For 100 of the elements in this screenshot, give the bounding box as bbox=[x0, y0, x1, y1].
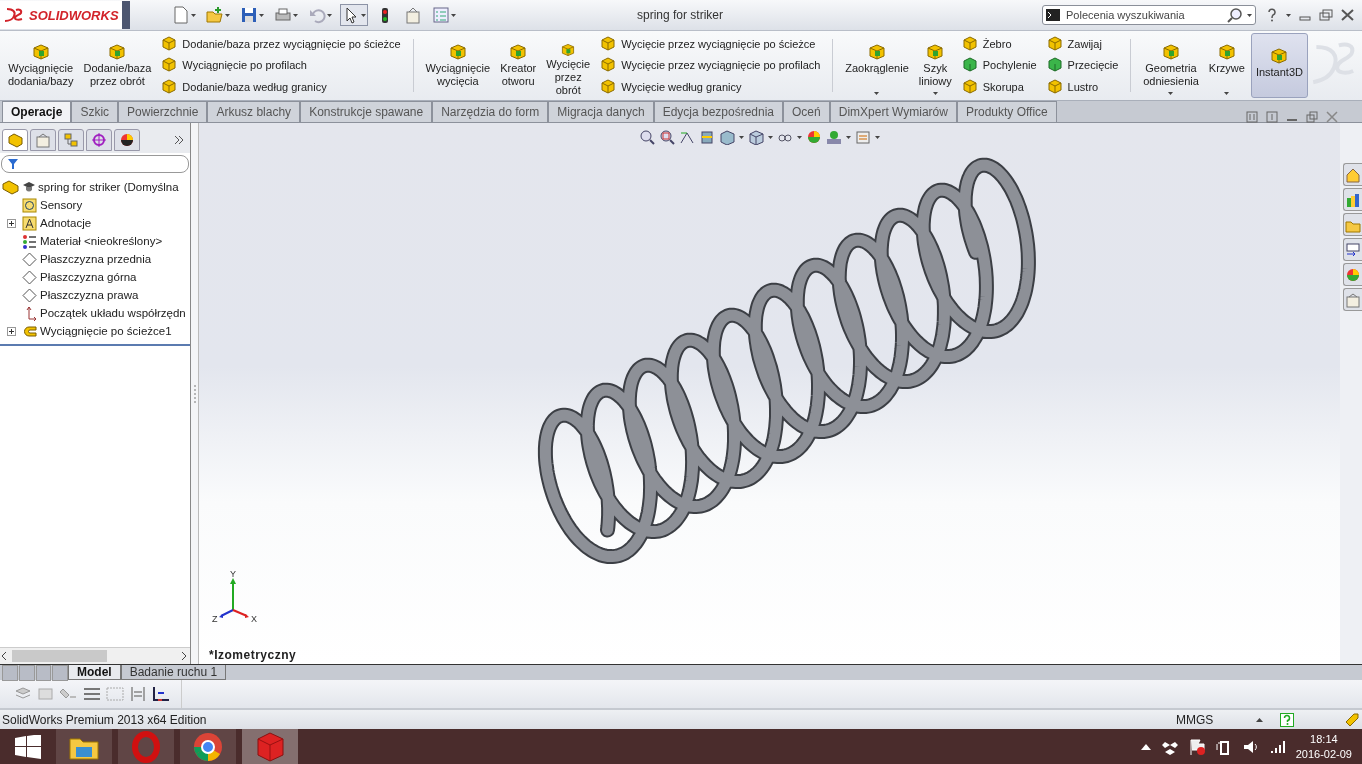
restore-icon[interactable] bbox=[1306, 111, 1318, 123]
clock-date[interactable]: 2016-02-09 bbox=[1295, 747, 1352, 762]
caret-up-icon[interactable] bbox=[1256, 716, 1264, 723]
ribbon-button[interactable]: Instant3D bbox=[1250, 33, 1308, 98]
checklist-icon[interactable] bbox=[432, 6, 450, 24]
horizontal-scrollbar[interactable] bbox=[0, 647, 190, 664]
ribbon-tab[interactable]: Powierzchnie bbox=[118, 101, 208, 122]
task-pane-tab[interactable] bbox=[1343, 288, 1362, 311]
feature-block-icon[interactable] bbox=[961, 57, 978, 74]
task-pane-tab[interactable] bbox=[1343, 263, 1362, 286]
lines-icon[interactable] bbox=[83, 685, 101, 703]
feature-block-icon[interactable] bbox=[600, 57, 617, 74]
ribbon-tab[interactable]: Edycja bezpośrednia bbox=[653, 101, 784, 122]
task-pane-tab[interactable] bbox=[1343, 213, 1362, 236]
ribbon-command[interactable]: Wycięcie według granicy bbox=[621, 81, 742, 94]
ribbon-button[interactable]: Wycięcie przez obrót bbox=[542, 33, 595, 98]
task-pane-tab[interactable] bbox=[1343, 238, 1362, 261]
options-icon[interactable] bbox=[404, 6, 422, 24]
undo-icon[interactable] bbox=[308, 6, 326, 24]
flag-error-icon[interactable] bbox=[1187, 738, 1206, 756]
tree-item[interactable]: Wyciągnięcie po ścieżce1 bbox=[40, 325, 172, 337]
printer-icon[interactable] bbox=[274, 6, 292, 24]
task-pane-tab[interactable] bbox=[1343, 188, 1362, 211]
feature-block-icon[interactable] bbox=[1046, 57, 1063, 74]
tree-item[interactable]: Materiał <nieokreślony> bbox=[40, 235, 163, 247]
document-tab[interactable]: Model bbox=[68, 665, 121, 680]
task-pane-tab[interactable] bbox=[1343, 163, 1362, 186]
panel-tab[interactable] bbox=[114, 129, 140, 151]
ribbon-tab[interactable]: Narzędzia do form bbox=[432, 101, 549, 122]
filter-field[interactable] bbox=[1, 155, 189, 173]
ribbon-tab[interactable]: Produkty Office bbox=[956, 101, 1057, 122]
display-style-icon[interactable] bbox=[748, 129, 764, 145]
ribbon-command[interactable]: Wyciągnięcie po profilach bbox=[182, 59, 307, 72]
tree-item[interactable]: Początek układu współrzędn bbox=[40, 307, 186, 319]
expand-toggle-icon[interactable] bbox=[7, 219, 16, 228]
help-icon[interactable] bbox=[1266, 8, 1278, 22]
taskbar-app[interactable] bbox=[56, 729, 112, 764]
ribbon-button[interactable]: Kreator otworu bbox=[496, 33, 541, 98]
tree-item[interactable]: spring for striker (Domyślna bbox=[38, 181, 179, 193]
feature-block-icon[interactable] bbox=[600, 35, 617, 52]
units-indicator[interactable]: MMGS bbox=[1176, 712, 1256, 727]
help-icon[interactable] bbox=[1280, 712, 1294, 727]
view-settings-icon[interactable] bbox=[855, 129, 871, 145]
zoom-area-icon[interactable] bbox=[659, 129, 675, 145]
ribbon-command[interactable]: Wycięcie przez wyciągnięcie po profilach bbox=[621, 59, 821, 72]
ribbon-tab[interactable]: DimXpert Wymiarów bbox=[829, 101, 957, 122]
feature-block-icon[interactable] bbox=[161, 35, 178, 52]
previous-view-icon[interactable] bbox=[679, 129, 695, 145]
tree-item[interactable]: Płaszczyzna prawa bbox=[40, 289, 139, 301]
tree-item[interactable]: Sensory bbox=[40, 199, 83, 211]
ribbon-command[interactable]: Dodanie/baza według granicy bbox=[182, 81, 327, 94]
ribbon-command[interactable]: Wycięcie przez wyciągnięcie po ścieżce bbox=[621, 37, 816, 50]
ribbon-command[interactable]: Lustro bbox=[1067, 81, 1099, 94]
ribbon-button[interactable]: Wyciągnięcie dodania/bazy bbox=[4, 33, 78, 98]
ribbon-button[interactable]: Zaokrąglenie bbox=[841, 33, 913, 98]
zoom-fit-icon[interactable] bbox=[639, 129, 655, 145]
baseline-icon[interactable] bbox=[152, 685, 170, 703]
taskbar-app[interactable] bbox=[180, 729, 236, 764]
ribbon-command[interactable]: Przecięcie bbox=[1067, 59, 1119, 72]
ribbon-tab[interactable]: Arkusz blachy bbox=[207, 101, 301, 122]
feature-block-icon[interactable] bbox=[961, 79, 978, 96]
tile-left-icon[interactable] bbox=[1246, 111, 1258, 123]
tree-item[interactable]: Płaszczyzna górna bbox=[40, 271, 137, 283]
tree-item[interactable]: Adnotacje bbox=[40, 217, 92, 229]
new-document-icon[interactable] bbox=[172, 6, 190, 24]
ribbon-button[interactable]: Geometria odniesienia bbox=[1139, 33, 1203, 98]
signal-bars-icon[interactable] bbox=[1268, 738, 1287, 756]
feature-block-icon[interactable] bbox=[961, 35, 978, 52]
align-icon[interactable] bbox=[129, 685, 147, 703]
document-tab[interactable]: Badanie ruchu 1 bbox=[120, 665, 227, 680]
ribbon-tab[interactable]: Operacje bbox=[2, 101, 72, 122]
ribbon-button[interactable]: Wyciągnięcie wycięcia bbox=[421, 33, 495, 98]
ribbon-command[interactable]: Pochylenie bbox=[982, 59, 1037, 72]
ribbon-tab[interactable]: Konstrukcje spawane bbox=[300, 101, 433, 122]
tile-right-icon[interactable] bbox=[1266, 111, 1278, 123]
ribbon-command[interactable]: Zawijaj bbox=[1067, 37, 1102, 50]
view-orientation-icon[interactable] bbox=[719, 129, 735, 145]
restore-icon[interactable] bbox=[1319, 9, 1333, 21]
search-icon[interactable] bbox=[1227, 7, 1243, 23]
ribbon-command[interactable]: Żebro bbox=[982, 37, 1012, 50]
save-icon[interactable] bbox=[240, 6, 258, 24]
scene-icon[interactable] bbox=[826, 129, 842, 145]
feature-block-icon[interactable] bbox=[161, 79, 178, 96]
expand-chevron-icon[interactable] bbox=[174, 135, 184, 145]
close-icon[interactable] bbox=[1341, 9, 1354, 21]
ribbon-tab[interactable]: Migracja danych bbox=[548, 101, 654, 122]
appearance-icon[interactable] bbox=[806, 129, 822, 145]
feature-block-icon[interactable] bbox=[1046, 35, 1063, 52]
feature-block-icon[interactable] bbox=[1046, 79, 1063, 96]
tree-item[interactable]: Płaszczyzna przednia bbox=[40, 253, 152, 265]
search-box[interactable]: Polecenia wyszukiwania bbox=[1042, 5, 1256, 25]
ribbon-tab[interactable]: Oceń bbox=[783, 101, 830, 122]
ribbon-command[interactable]: Dodanie/baza przez wyciągnięcie po ścieżce bbox=[182, 37, 401, 50]
clock-time[interactable]: 18:14 bbox=[1310, 732, 1338, 747]
windows-logo-icon[interactable] bbox=[15, 735, 41, 759]
ribbon-tab[interactable]: Szkic bbox=[71, 101, 119, 122]
section-view-icon[interactable] bbox=[699, 129, 715, 145]
ribbon-command[interactable]: Skorupa bbox=[982, 81, 1024, 94]
feature-block-icon[interactable] bbox=[161, 57, 178, 74]
tag-icon[interactable] bbox=[1344, 711, 1360, 728]
